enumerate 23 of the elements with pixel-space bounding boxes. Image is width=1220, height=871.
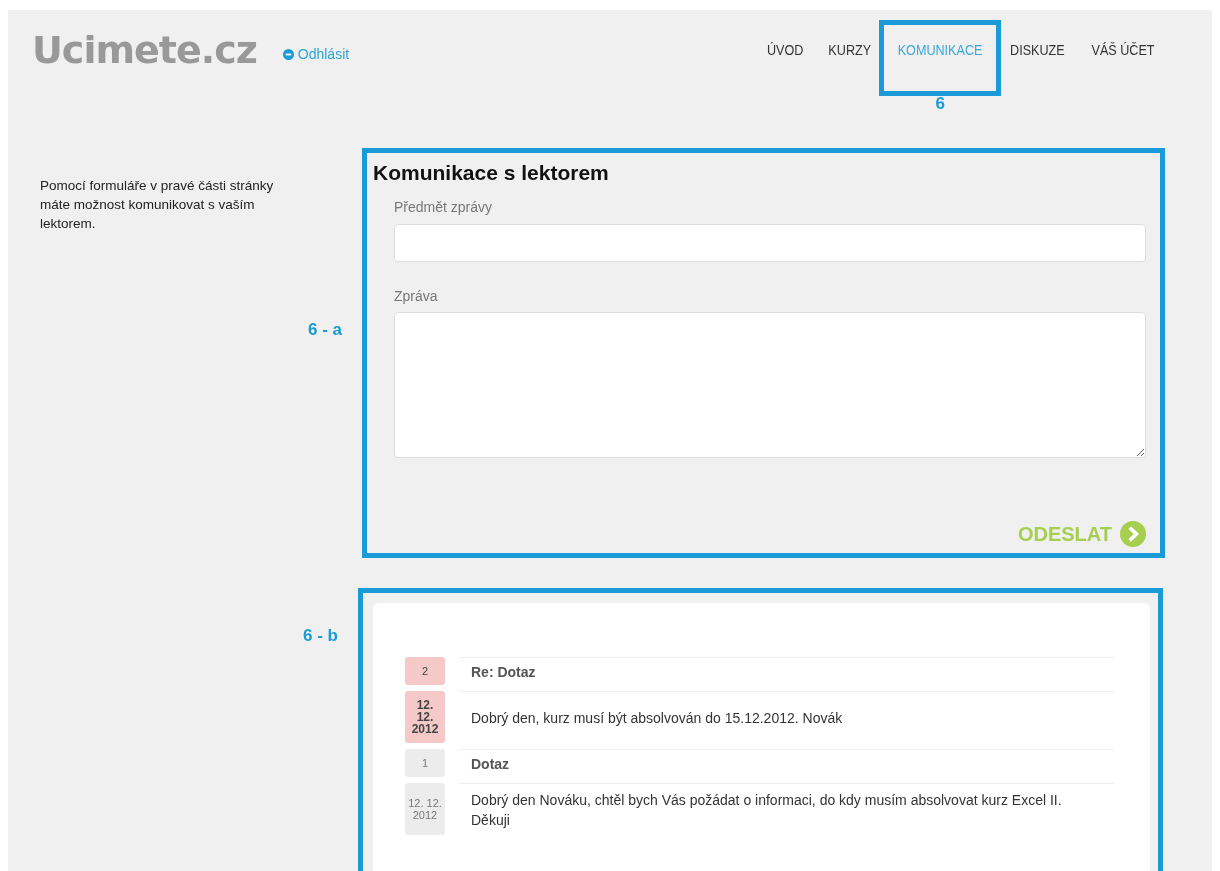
nav-tab[interactable]: DISKUZE (1001, 42, 1074, 58)
subject-input[interactable] (394, 224, 1146, 262)
message-date: 12. 12. 2012 (405, 783, 445, 835)
arrow-circle-icon (1120, 521, 1146, 547)
field-label: Předmět zprávy (394, 199, 494, 215)
annotation-label: 6 (934, 94, 946, 114)
message-date: 12. 12. 2012 (405, 691, 445, 743)
message-number: 1 (405, 749, 445, 777)
message-subject[interactable]: Dotaz (459, 749, 1114, 783)
message-body: Dobrý den Nováku, chtěl bych Vás požádat o informaci, do kdy musím absolvovat kurz Excel II. Děkuji (459, 783, 1114, 841)
minus-circle-icon (282, 48, 294, 60)
intro-text: Pomocí formuláře v pravé části stránky máte možnost komunikovat s vaším lektorem. (40, 177, 275, 233)
nav-tab[interactable]: ÚVOD (758, 42, 813, 58)
message-body: Dobrý den, kurz musí být absolvován do 15.12.2012. Novák (459, 691, 1114, 749)
field-label: Zpráva (394, 288, 439, 304)
nav-tab[interactable]: VÁŠ ÚČET (1082, 42, 1164, 58)
message-number: 2 (405, 657, 445, 685)
message-textarea[interactable] (394, 312, 1146, 458)
nav-tab[interactable]: KURZY (819, 42, 880, 58)
message-subject[interactable]: Re: Dotaz (459, 657, 1114, 691)
annotation-label: 6 - a (307, 320, 342, 340)
form-title: Komunikace s lektorem (373, 161, 610, 185)
annotation-label: 6 - b (303, 626, 338, 646)
